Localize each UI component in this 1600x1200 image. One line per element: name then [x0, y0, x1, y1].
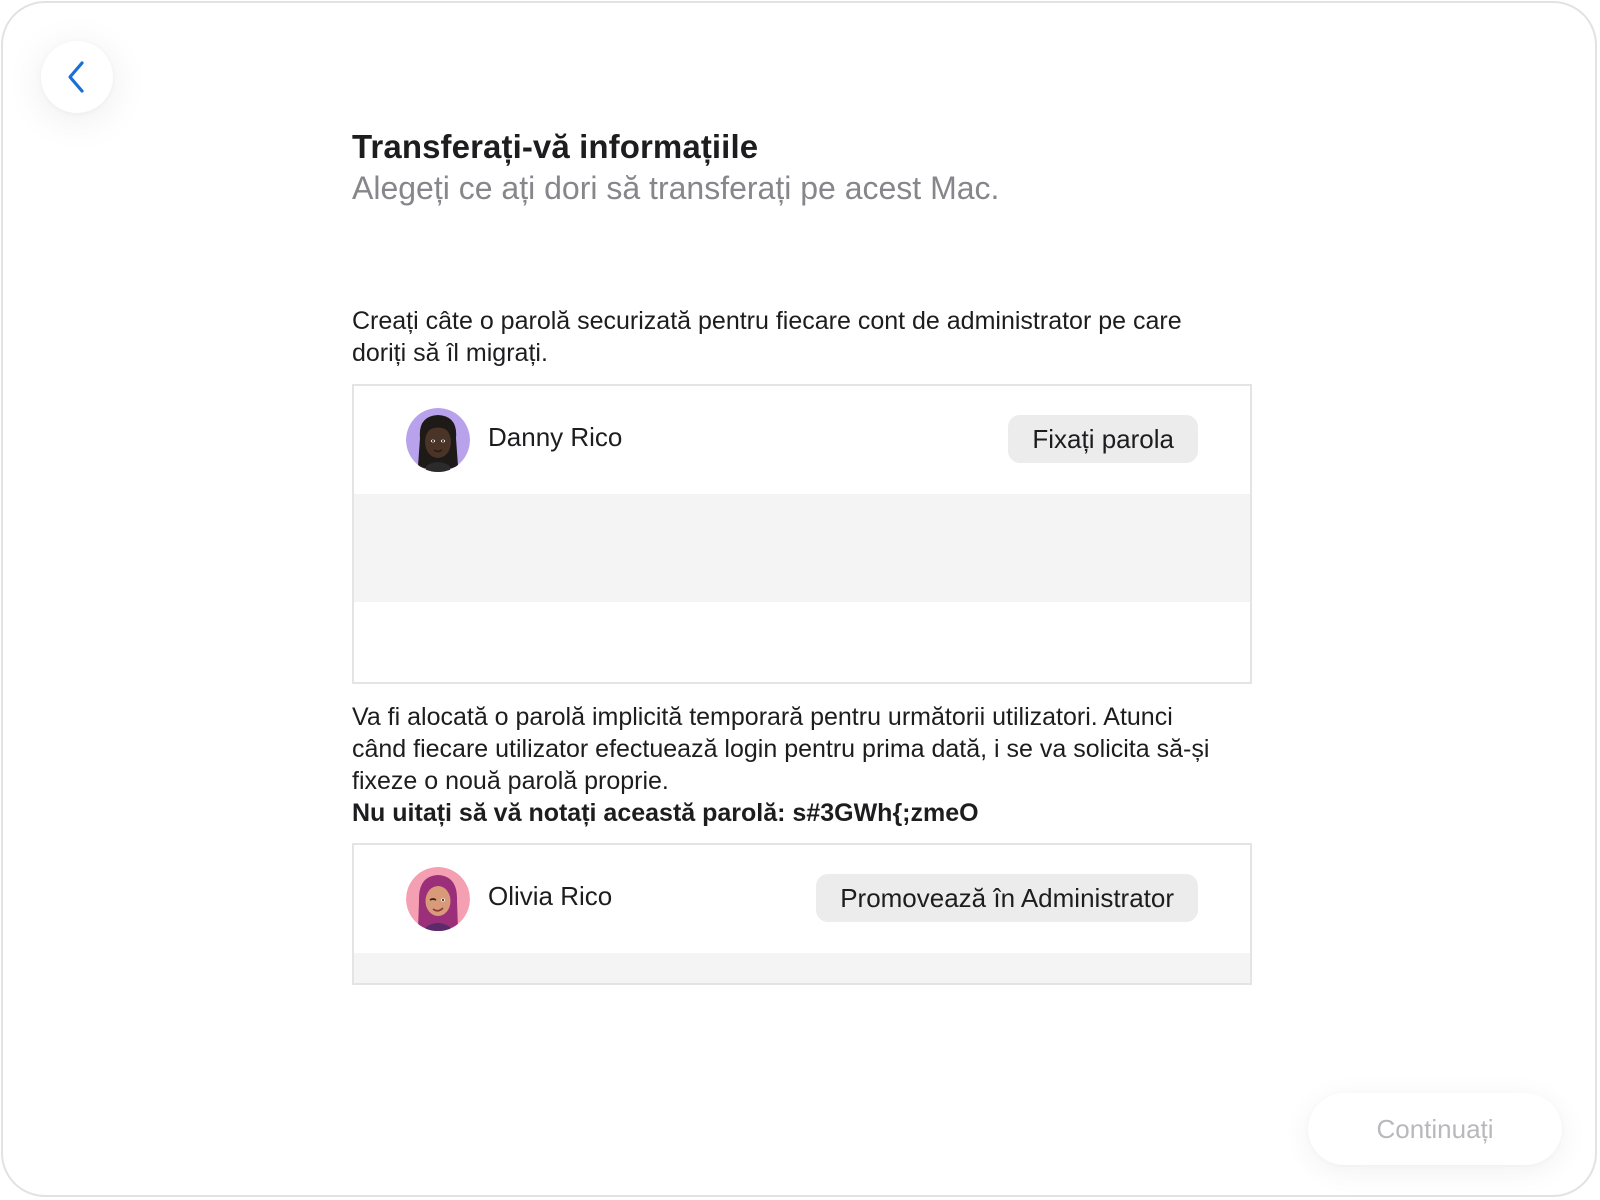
chevron-left-icon	[68, 61, 84, 93]
list-item: Danny Rico Fixați parola	[354, 386, 1250, 494]
standard-users-description: Va fi alocată o parolă implicită tempora…	[352, 701, 1232, 829]
list-item: Olivia Rico Promovează în Administrator	[354, 845, 1250, 953]
continue-button[interactable]: Continuați	[1308, 1093, 1562, 1165]
user-name: Danny Rico	[488, 422, 623, 452]
temporary-password-text: Va fi alocată o parolă implicită tempora…	[352, 703, 1210, 795]
standard-users-list: Olivia Rico Promovează în Administrator	[352, 843, 1252, 985]
back-button[interactable]	[41, 41, 113, 113]
user-name: Olivia Rico	[488, 881, 613, 911]
promote-to-admin-button[interactable]: Promovează în Administrator	[816, 874, 1198, 922]
page-title: Transferați-vă informațiile	[352, 128, 759, 165]
admin-accounts-list: Danny Rico Fixați parola	[352, 384, 1252, 684]
set-password-button[interactable]: Fixați parola	[1008, 415, 1198, 463]
avatar	[406, 867, 470, 931]
avatar	[406, 408, 470, 472]
admin-accounts-description: Creați câte o parolă securizată pentru f…	[352, 307, 1182, 367]
migration-window: Transferați-vă informațiile Alegeți ce a…	[1, 1, 1597, 1197]
list-separator-band	[354, 494, 1250, 602]
password-note: Nu uitați să vă notați această parolă: s…	[352, 799, 979, 827]
page-subtitle: Alegeți ce ați dori să transferați pe ac…	[352, 170, 1000, 206]
list-separator-band	[354, 953, 1250, 983]
